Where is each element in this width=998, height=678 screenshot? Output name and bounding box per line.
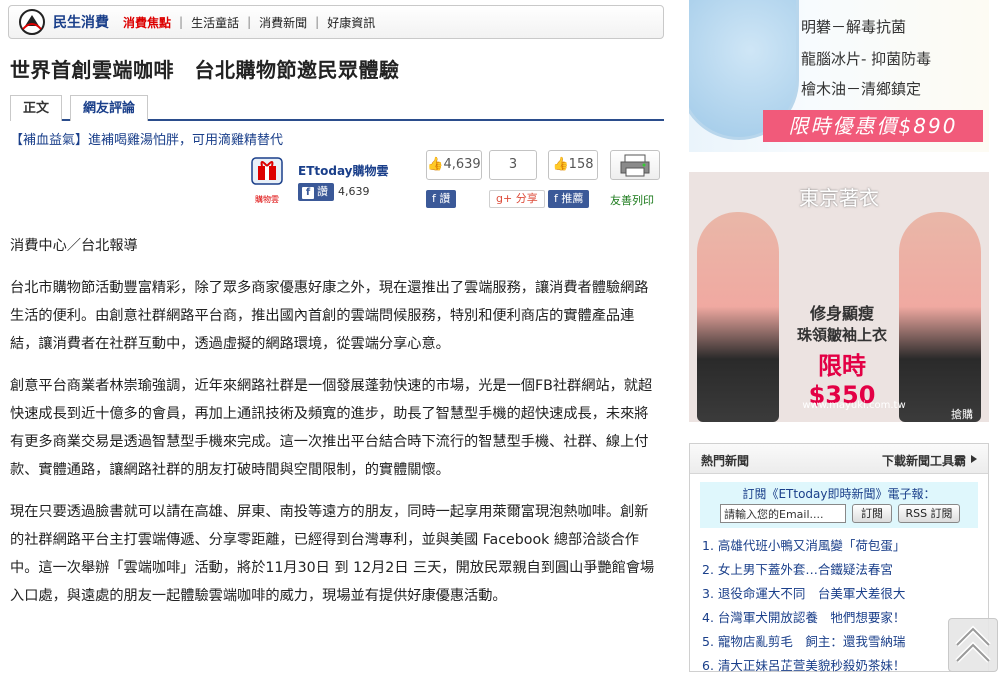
news-item[interactable]: 2. 女上男下蓋外套…合鐵疑法春宮 <box>702 558 982 582</box>
arrow-right-icon <box>971 455 977 463</box>
facebook-icon: f <box>432 192 436 205</box>
share-area: 購物雲 ETtoday購物雲 f讚 4,639 👍4,639 3 👍158 f … <box>244 150 664 210</box>
nav-item-life-fairy-tale[interactable]: 生活童話 <box>191 14 239 31</box>
rss-subscribe-button[interactable]: RSS 訂閱 <box>898 504 960 523</box>
main-column: 民生消費 消費焦點 | 生活童話 | 消費新聞 | 好康資訊 世界首創雲端咖啡 … <box>0 0 680 672</box>
print-friendly-link[interactable]: 友善列印 <box>610 192 654 208</box>
nav-separator: | <box>179 15 184 29</box>
news-item[interactable]: 5. 寵物店亂剪毛 飼主：還我雪納瑞 <box>702 630 982 654</box>
promo-link[interactable]: 【補血益氣】進補喝雞湯怕胖，可用滴雞精替代 <box>10 129 283 148</box>
top-navigation: 民生消費 消費焦點 | 生活童話 | 消費新聞 | 好康資訊 <box>8 5 664 39</box>
like-button-label: 讚 <box>439 192 451 205</box>
news-item[interactable]: 6. 清大正妹呂芷萱美貌秒殺奶茶妹！ <box>702 654 982 678</box>
share-button-label: 分享 <box>515 192 538 205</box>
article-byline: 消費中心／台北報導 <box>10 238 138 254</box>
subscribe-title: 訂閱《ETtoday即時新聞》電子報： <box>742 487 936 501</box>
sanitary-pad-ad[interactable]: 明礬－解毒抗菌 龍腦冰片- 抑菌防毒 檜木油－清鄉鎮定 限時優惠價$890 <box>689 0 989 152</box>
ad-price-banner: 限時優惠價$890 <box>763 110 983 142</box>
ad-product-name: 珠領皺袖上衣 <box>796 326 887 344</box>
thumbs-up-icon: 👍 <box>552 157 569 172</box>
tab-main-text[interactable]: 正文 <box>10 95 63 121</box>
recommend-count: 158 <box>568 157 594 172</box>
facebook-icon: f <box>302 187 314 199</box>
back-to-top-button[interactable] <box>948 618 998 672</box>
article-paragraph: 現在只要透過臉書就可以請在高雄、屏東、南投等遠方的朋友，同時一起享用萊爾富現泡熱… <box>10 504 655 604</box>
facebook-recommend-button[interactable]: f 推薦 <box>548 190 590 208</box>
hot-news-title: 熱門新聞 <box>701 454 750 468</box>
google-plus-share-button[interactable]: g+ 分享 <box>489 190 545 208</box>
like-count-box: 👍4,639 <box>426 150 482 180</box>
tab-comments[interactable]: 網友評論 <box>70 95 149 121</box>
ad-headline: 修身顯瘦 <box>809 304 874 323</box>
ad-feature-row: 龍腦冰片- 抑菌防毒 <box>801 50 932 68</box>
news-item[interactable]: 4. 台灣軍犬開放認養 牠們想要家！ <box>702 606 982 630</box>
article-tabs: 正文 網友評論 <box>10 95 664 121</box>
logo-caption: 購物雲 <box>255 194 279 204</box>
gplus-count-box: 3 <box>489 150 537 180</box>
article-paragraph: 台北市購物節活動豐富精彩，除了眾多商家優惠好康之外，現在還推出了雲端服務，讓消費… <box>10 280 649 352</box>
facebook-like-count: 4,639 <box>338 185 370 198</box>
news-toolbar-download-link[interactable]: 下載新聞工具霸 <box>882 452 966 469</box>
double-chevron-up-icon <box>955 625 991 663</box>
print-icon[interactable] <box>610 150 660 180</box>
ad-url: www.mayuki.com.tw <box>802 400 906 411</box>
ad-brand: 東京著衣 <box>799 186 879 210</box>
ad-feature-row: 明礬－解毒抗菌 <box>801 18 907 36</box>
facebook-share-like-button[interactable]: f 讚 <box>426 190 457 208</box>
article-title: 世界首創雲端咖啡 台北購物節邀民眾體驗 <box>10 58 400 82</box>
ettoday-shopping-logo[interactable]: 購物雲 <box>244 154 290 206</box>
clothing-ad[interactable]: 東京著衣 修身顯瘦 珠領皺袖上衣 限時$350 www.mayuki.com.t… <box>689 172 989 422</box>
news-item[interactable]: 1. 高雄代班小鴨又消風變「荷包蛋」 <box>702 534 982 558</box>
section-brand[interactable]: 民生消費 <box>53 12 109 32</box>
google-plus-icon: g+ <box>496 192 513 205</box>
email-field[interactable] <box>720 504 846 523</box>
nav-item-deals-info[interactable]: 好康資訊 <box>327 14 375 31</box>
nav-item-consumer-focus[interactable]: 消費焦點 <box>123 14 171 31</box>
article-body: 消費中心／台北報導 台北市購物節活動豐富精彩，除了眾多商家優惠好康之外，現在還推… <box>10 232 660 624</box>
nav-item-consumer-news[interactable]: 消費新聞 <box>259 14 307 31</box>
model-image <box>697 212 779 422</box>
sidebar: 明礬－解毒抗菌 龍腦冰片- 抑菌防毒 檜木油－清鄉鎮定 限時優惠價$890 東京… <box>689 0 989 673</box>
consumer-logo-icon <box>19 9 45 35</box>
ad-feature-row: 檜木油－清鄉鎮定 <box>801 80 922 98</box>
news-item[interactable]: 3. 退役命運大不同 台美軍犬差很大 <box>702 582 982 606</box>
article-paragraph: 創意平台商業者林崇瑜強調，近年來網路社群是一個發展蓬勃快速的市場，光是一個FB社… <box>10 378 653 478</box>
hot-news-header: 熱門新聞 下載新聞工具霸 <box>690 444 988 474</box>
thumbs-up-icon: 👍 <box>427 157 444 172</box>
facebook-icon: f <box>554 192 558 205</box>
ad-buy-link[interactable]: 搶購 <box>951 406 973 422</box>
nav-separator: | <box>247 15 252 29</box>
model-image <box>899 212 981 422</box>
nav-separator: | <box>315 15 320 29</box>
hot-news-box: 熱門新聞 下載新聞工具霸 訂閱《ETtoday即時新聞》電子報： 訂閱 RSS … <box>689 443 989 673</box>
like-label: 讚 <box>317 185 328 198</box>
like-count: 4,639 <box>443 157 481 172</box>
subscribe-button[interactable]: 訂閱 <box>852 504 892 523</box>
facebook-like-button[interactable]: f讚 <box>298 183 334 201</box>
recommend-count-box: 👍158 <box>548 150 598 180</box>
hot-news-list: 1. 高雄代班小鴨又消風變「荷包蛋」 2. 女上男下蓋外套…合鐵疑法春宮 3. … <box>702 534 982 678</box>
newsletter-subscribe: 訂閱《ETtoday即時新聞》電子報： 訂閱 RSS 訂閱 <box>700 482 978 528</box>
recommend-button-label: 推薦 <box>561 192 584 205</box>
ettoday-shopping-name[interactable]: ETtoday購物雲 <box>298 162 389 179</box>
